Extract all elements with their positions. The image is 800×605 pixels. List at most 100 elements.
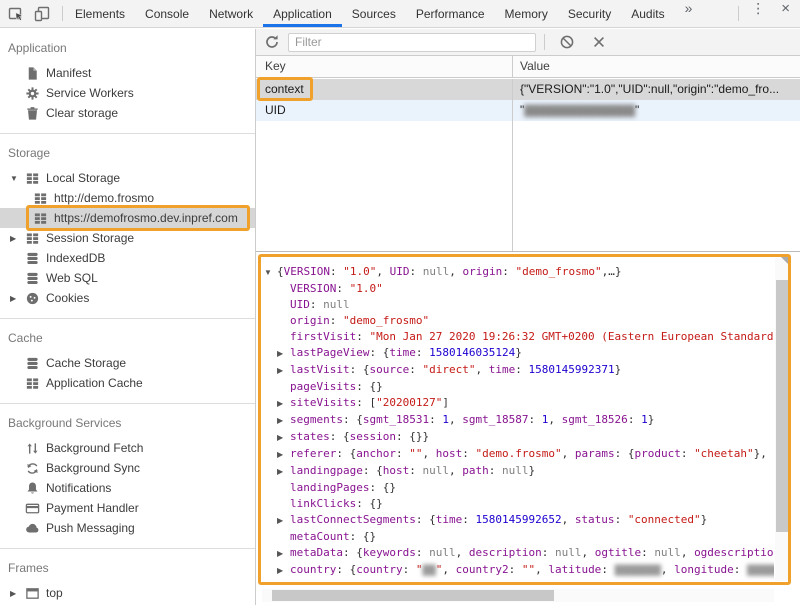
table-icon [25, 231, 40, 246]
tab-elements[interactable]: Elements [65, 0, 135, 27]
horizontal-scrollbar[interactable] [262, 589, 774, 602]
tabbar-tools [0, 0, 60, 27]
tree-line[interactable]: ▶lastVisit: {source: "direct", time: 158… [264, 362, 774, 379]
token: : [502, 265, 515, 278]
clear-all-icon[interactable] [559, 34, 575, 50]
expander-closed-icon[interactable]: ▶ [277, 363, 290, 379]
tree-line[interactable]: ▶segments: {sgmt_18531: 1, sgmt_18587: 1… [264, 412, 774, 429]
tree-line[interactable]: origin: "demo_frosmo" [264, 313, 774, 329]
sidebar-item-top[interactable]: ▶top [0, 583, 255, 603]
tree-line[interactable]: ▶metaData: {keywords: null, description:… [264, 545, 774, 562]
token: firstVisit [290, 330, 356, 343]
chevron-right-icon[interactable]: ▶ [10, 234, 25, 243]
device-toolbar-icon[interactable] [34, 6, 50, 22]
column-header-key[interactable]: Key [256, 56, 512, 77]
tree-line[interactable]: ▶referer: {anchor: "", host: "demo.frosm… [264, 446, 774, 463]
token: "demo.frosmo" [475, 447, 561, 460]
tab-network[interactable]: Network [199, 0, 263, 27]
sidebar-item-application-cache[interactable]: Application Cache [0, 373, 255, 393]
token: : {} [356, 497, 383, 510]
sidebar-item-cache-storage[interactable]: Cache Storage [0, 353, 255, 373]
tree-line[interactable]: ▶landingpage: {host: null, path: null} [264, 463, 774, 480]
token: : [336, 282, 349, 295]
expander-open-icon[interactable]: ▼ [264, 265, 277, 281]
token: targetgroups [290, 580, 369, 583]
tree-line[interactable]: ▶lastConnectSegments: {time: 15801459926… [264, 512, 774, 529]
toolbar-divider [544, 34, 545, 50]
horizontal-scrollbar-thumb[interactable] [272, 590, 554, 601]
tab-security[interactable]: Security [558, 0, 621, 27]
tree-line[interactable]: landingPages: {} [264, 480, 774, 496]
token: "1.0" [350, 282, 383, 295]
sidebar-item-clear-storage[interactable]: Clear storage [0, 103, 255, 123]
sidebar-item-background-sync[interactable]: Background Sync [0, 458, 255, 478]
token: : [489, 464, 502, 477]
chevron-down-icon[interactable]: ▼ [10, 174, 25, 183]
tree-line[interactable]: ▶lastPageView: {time: 1580146035124} [264, 345, 774, 362]
sidebar-item-label: Push Messaging [46, 521, 135, 535]
sidebar-item-background-fetch[interactable]: Background Fetch [0, 438, 255, 458]
expander-closed-icon[interactable]: ▶ [277, 346, 290, 362]
token: sgmt_18526 [562, 413, 628, 426]
sidebar-item-local-storage[interactable]: ▼Local Storage [0, 168, 255, 188]
tree-line[interactable]: linkClicks: {} [264, 496, 774, 512]
sidebar-item-https-demofrosmo-dev-inpref-com[interactable]: https://demofrosmo.dev.inpref.com [0, 208, 255, 228]
sidebar-item-manifest[interactable]: Manifest [0, 63, 255, 83]
tab-audits[interactable]: Audits [621, 0, 674, 27]
column-header-value[interactable]: Value [512, 56, 800, 77]
refresh-icon[interactable] [264, 34, 280, 50]
sidebar-item-label: Cache Storage [46, 356, 126, 370]
expander-closed-icon[interactable]: ▶ [277, 430, 290, 446]
sidebar-item-payment-handler[interactable]: Payment Handler [0, 498, 255, 518]
sidebar-item-notifications[interactable]: Notifications [0, 478, 255, 498]
inspect-element-icon[interactable] [8, 6, 24, 22]
tree-line[interactable]: metaCount: {} [264, 529, 774, 545]
sidebar-item-web-sql[interactable]: Web SQL [0, 268, 255, 288]
token: product [634, 447, 680, 460]
close-icon[interactable]: × [775, 0, 800, 27]
filter-input[interactable] [288, 33, 536, 52]
tab-sources[interactable]: Sources [342, 0, 406, 27]
tab-performance[interactable]: Performance [406, 0, 495, 27]
token: origin [462, 265, 502, 278]
sidebar-item-session-storage[interactable]: ▶Session Storage [0, 228, 255, 248]
tree-line[interactable]: ▶states: {session: {}} [264, 429, 774, 446]
expander-closed-icon[interactable]: ▶ [277, 513, 290, 529]
database-icon [25, 271, 40, 286]
expander-closed-icon[interactable]: ▶ [277, 563, 290, 579]
expander-closed-icon[interactable]: ▶ [277, 396, 290, 412]
vertical-scrollbar[interactable] [775, 258, 789, 581]
delete-selected-icon[interactable] [591, 34, 607, 50]
sidebar-item-push-messaging[interactable]: Push Messaging [0, 518, 255, 538]
storage-row-context[interactable]: context{"VERSION":"1.0","UID":null,"orig… [256, 79, 800, 100]
more-tabs-button[interactable]: » [675, 0, 703, 27]
sidebar-item-cookies[interactable]: ▶Cookies [0, 288, 255, 308]
tree-line[interactable]: firstVisit: "Mon Jan 27 2020 19:26:32 GM… [264, 329, 774, 345]
database-icon [25, 251, 40, 266]
storage-row-uid[interactable]: UID"▇▇▇▇▇▇▇▇▇▇▇▇" [256, 100, 800, 121]
value-cell: "▇▇▇▇▇▇▇▇▇▇▇▇" [512, 100, 800, 121]
tree-line[interactable]: ▼{VERSION: "1.0", UID: null, origin: "de… [264, 264, 774, 281]
tab-console[interactable]: Console [135, 0, 199, 27]
expander-closed-icon[interactable]: ▶ [277, 464, 290, 480]
sidebar-item-http-demo-frosmo[interactable]: http://demo.frosmo [0, 188, 255, 208]
tree-line[interactable]: UID: null [264, 297, 774, 313]
tab-memory[interactable]: Memory [495, 0, 558, 27]
chevron-right-icon[interactable]: ▶ [10, 294, 25, 303]
tree-line[interactable]: ▶siteVisits: ["20200127"] [264, 395, 774, 412]
expander-closed-icon[interactable]: ▶ [277, 413, 290, 429]
kebab-menu-icon[interactable]: ⋮ [741, 0, 775, 27]
tree-line[interactable]: VERSION: "1.0" [264, 281, 774, 297]
tab-application[interactable]: Application [263, 0, 342, 27]
vertical-scrollbar-thumb[interactable] [776, 280, 788, 532]
tree-line[interactable]: ▶country: {country: "▇▇", country2: "", … [264, 562, 774, 579]
gear-icon [25, 86, 40, 101]
chevron-right-icon[interactable]: ▶ [10, 589, 25, 598]
token: : { [369, 346, 389, 359]
sidebar-item-service-workers[interactable]: Service Workers [0, 83, 255, 103]
tree-line[interactable]: targetgroups: [] [264, 579, 774, 583]
tree-line[interactable]: pageVisits: {} [264, 379, 774, 395]
sidebar-item-indexeddb[interactable]: IndexedDB [0, 248, 255, 268]
expander-closed-icon[interactable]: ▶ [277, 447, 290, 463]
expander-closed-icon[interactable]: ▶ [277, 546, 290, 562]
